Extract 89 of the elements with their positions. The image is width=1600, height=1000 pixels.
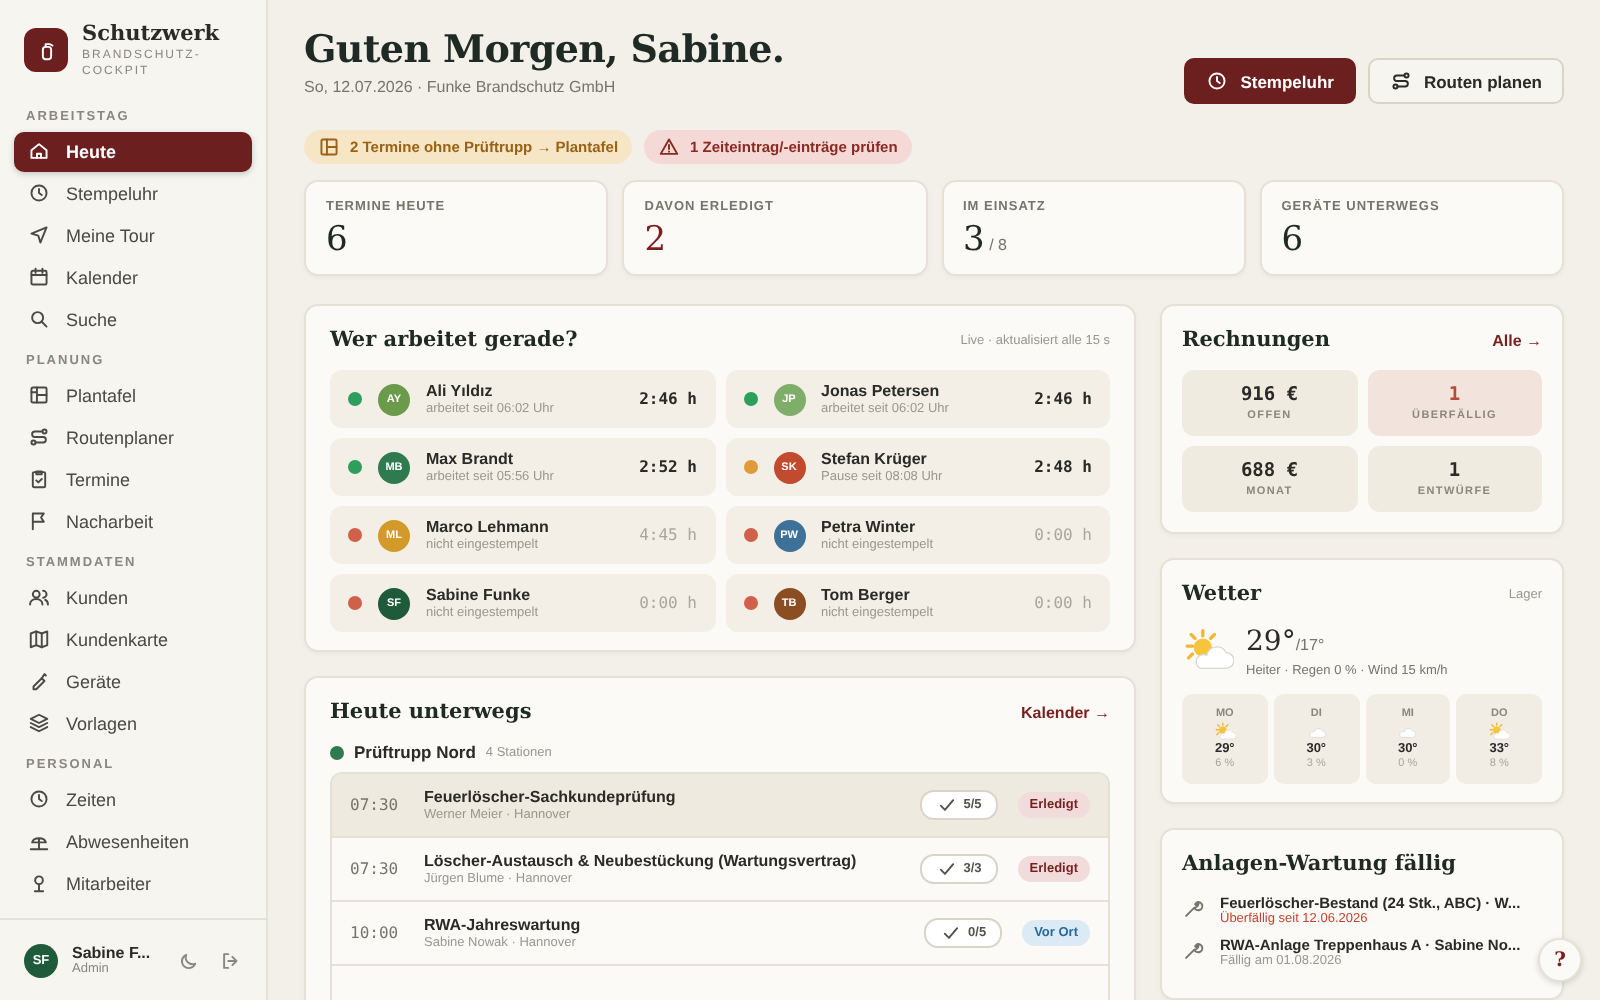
low-temperature: /17° <box>1295 636 1325 654</box>
sidebar-item[interactable]: Heute <box>14 131 252 172</box>
users-icon <box>28 586 50 609</box>
worked-time: 2:52 h <box>639 458 697 476</box>
card-title: Wer arbeitet gerade? <box>330 328 578 352</box>
job-time: 07:30 <box>350 796 401 814</box>
user-name: Sabine F... <box>72 944 151 962</box>
stat-value: 6 <box>326 220 350 260</box>
job-time: 10:00 <box>350 924 401 942</box>
layers-icon <box>28 712 50 735</box>
current-temperature: 29° <box>1246 626 1296 658</box>
extinguisher-logo-icon <box>24 28 68 72</box>
brand-name: Schutzwerk <box>82 22 220 46</box>
worker-name: Tom Berger <box>821 586 912 604</box>
worker-name: Jonas Petersen <box>821 382 942 400</box>
clipboard-icon <box>28 468 50 491</box>
sidebar-item[interactable]: Vorlagen <box>14 703 252 744</box>
flag-icon <box>28 510 50 533</box>
worked-time: 0:00 h <box>1034 526 1092 544</box>
clock-button[interactable]: Stempeluhr <box>1184 58 1356 104</box>
tile-value: 1 <box>1448 460 1461 482</box>
send-icon <box>28 224 50 247</box>
worked-time: 0:00 h <box>639 594 697 612</box>
worked-time: 0:00 h <box>1034 594 1092 612</box>
person-icon <box>28 872 50 895</box>
calendar-link[interactable]: Kalender → <box>1021 703 1110 721</box>
sun-cloud-icon <box>1182 628 1234 674</box>
page-title: Guten Morgen, Sabine. <box>304 28 785 72</box>
sun-cloud-icon <box>1488 721 1511 741</box>
sidebar-item[interactable]: Nacharbeit <box>14 501 252 542</box>
worked-time: 4:45 h <box>639 526 697 544</box>
tile-value: 916 € <box>1240 384 1299 406</box>
board-icon <box>28 384 50 407</box>
clock-icon <box>1206 70 1229 92</box>
job-title: Feuerlöscher-Sachkundeprüfung <box>424 788 676 806</box>
wrench-icon <box>1182 898 1204 920</box>
worker-name: Max Brandt <box>426 450 516 468</box>
worked-time: 2:46 h <box>1034 390 1092 408</box>
map-icon <box>28 628 50 651</box>
clock-icon <box>28 182 50 205</box>
job-time: 07:30 <box>350 860 401 878</box>
page-subtitle: So, 12.07.2026 · Funke Brandschutz GmbH <box>304 78 618 96</box>
worker-name: Petra Winter <box>821 518 918 536</box>
stat-value: 3/ 8 <box>963 220 1009 260</box>
warning-icon <box>658 136 681 158</box>
worker-name: Sabine Funke <box>426 586 533 604</box>
tile-value: 688 € <box>1240 460 1299 482</box>
sidebar-item[interactable]: Routenplaner <box>14 417 252 458</box>
sidebar-item[interactable]: Geräte <box>14 661 252 702</box>
logout-icon[interactable] <box>220 949 242 971</box>
card-title: Wetter <box>1182 582 1262 606</box>
sidebar-item[interactable]: Stempeluhr <box>14 173 252 214</box>
route-button[interactable]: Routen planen <box>1367 58 1564 104</box>
route-icon <box>28 426 50 449</box>
worked-time: 2:48 h <box>1034 458 1092 476</box>
sidebar-item[interactable]: Termine <box>14 459 252 500</box>
worked-time: 2:46 h <box>639 390 697 408</box>
card-title: Heute unterwegs <box>330 700 532 724</box>
job-title: RWA-Jahreswartung <box>424 916 581 934</box>
sun-cloud-icon <box>1213 721 1236 741</box>
sidebar-item[interactable]: Meine Tour <box>14 215 252 256</box>
job-title: Löscher-Austausch & Neubestückung (Wartungsvertrag) <box>424 852 857 870</box>
worker-name: Marco Lehmann <box>426 518 549 536</box>
sidebar-item[interactable]: Mitarbeiter <box>14 863 252 904</box>
home-icon <box>28 140 50 163</box>
calendar-icon <box>28 266 50 289</box>
sidebar-item[interactable]: Kunden <box>14 577 252 618</box>
stat-value: 6 <box>1281 220 1306 260</box>
team-name: Prüftrupp Nord <box>354 742 476 762</box>
route-icon <box>1389 70 1412 92</box>
clock-icon <box>28 788 50 811</box>
sidebar-item[interactable]: Kalender <box>14 257 252 298</box>
help-button[interactable]: ? <box>1538 938 1582 982</box>
wrench-icon <box>1182 940 1204 962</box>
sidebar-item[interactable]: Plantafel <box>14 375 252 416</box>
sidebar-item[interactable]: Suche <box>14 299 252 340</box>
sidebar-item[interactable]: Zeiten <box>14 779 252 820</box>
sidebar-item[interactable]: Abwesenheiten <box>14 821 252 862</box>
moon-icon[interactable] <box>178 949 200 971</box>
sidebar-item[interactable]: Kundenkarte <box>14 619 252 660</box>
board-icon <box>318 136 340 158</box>
worker-name: Stefan Krüger <box>821 450 929 468</box>
card-title: Anlagen-Wartung fällig <box>1182 852 1456 876</box>
all-link[interactable]: Alle → <box>1492 331 1542 349</box>
stat-value: 2 <box>644 220 669 260</box>
search-icon <box>28 308 50 331</box>
tile-value: 1 <box>1448 384 1461 406</box>
worker-name: Ali Yıldız <box>426 382 495 400</box>
card-title: Rechnungen <box>1182 328 1330 352</box>
